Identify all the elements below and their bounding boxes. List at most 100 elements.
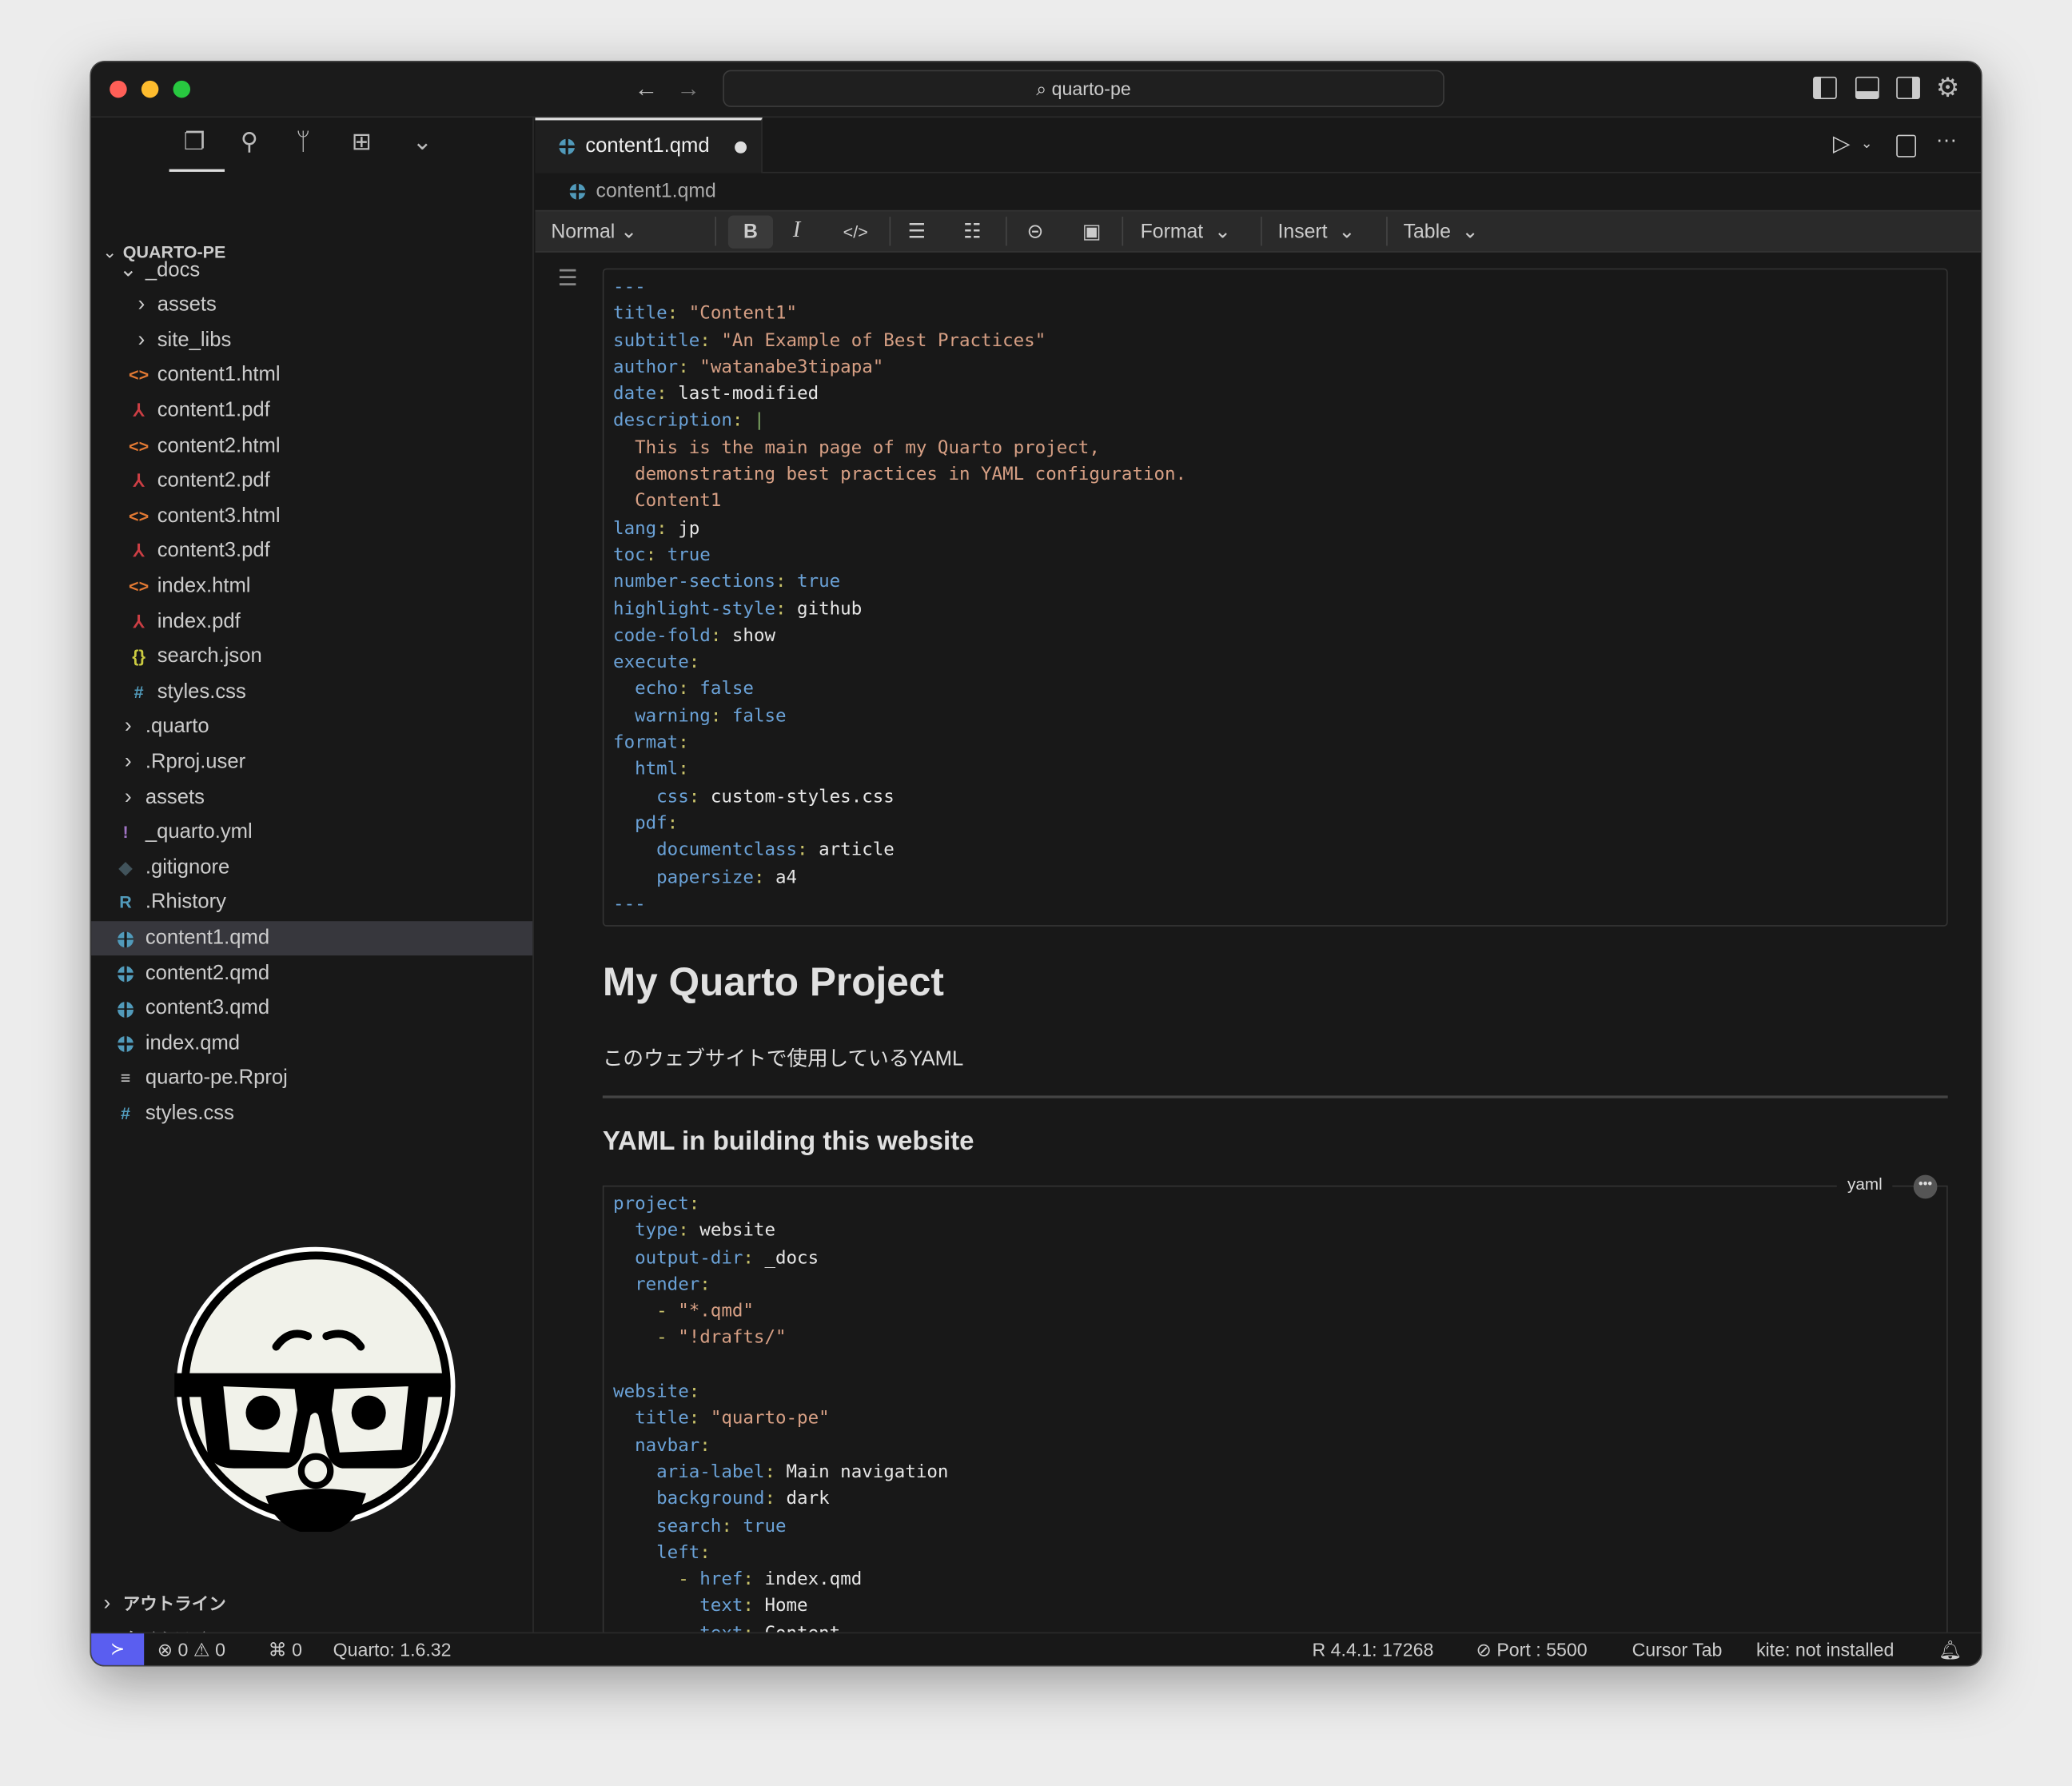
- explorer-icon[interactable]: ❐: [184, 128, 205, 156]
- bullet-list-icon[interactable]: ☰: [908, 219, 926, 243]
- minimize-window-button[interactable]: [141, 80, 159, 98]
- more-actions-icon[interactable]: ···: [1936, 130, 1957, 153]
- tree-item-quarto[interactable]: › .quarto: [91, 710, 532, 744]
- cursor-tab[interactable]: Cursor Tab: [1632, 1639, 1723, 1660]
- paragraph[interactable]: このウェブサイトで使用しているYAML: [603, 1042, 963, 1071]
- tree-item-content3-html[interactable]: <> content3.html: [91, 500, 532, 534]
- italic-icon[interactable]: I: [793, 217, 800, 243]
- tree-item-label: styles.css: [145, 1102, 234, 1125]
- code-token: Home: [764, 1596, 808, 1617]
- bold-icon[interactable]: B: [727, 215, 774, 249]
- run-dropdown-chevron-icon[interactable]: ⌄: [1861, 135, 1873, 152]
- toggle-secondary-sidebar-icon[interactable]: [1896, 76, 1920, 99]
- tree-item-quarto-pe-rproj[interactable]: ≡ quarto-pe.Rproj: [91, 1062, 532, 1096]
- tree-item-rhistory[interactable]: R .Rhistory: [91, 886, 532, 920]
- gear-icon[interactable]: ⚙: [1936, 71, 1960, 104]
- numbered-list-icon[interactable]: ☷: [963, 219, 981, 243]
- insert-menu[interactable]: Insert ⌄: [1278, 219, 1356, 243]
- search-icon: ⌕: [1036, 78, 1052, 99]
- tree-item-styles-css[interactable]: # styles.css: [91, 1097, 532, 1131]
- image-icon[interactable]: ▣: [1082, 219, 1101, 243]
- unsaved-dot-icon[interactable]: [735, 141, 747, 153]
- tree-item-content2-html[interactable]: <> content2.html: [91, 429, 532, 464]
- problems-indicator[interactable]: ⊗ 0 ⚠ 0: [157, 1639, 225, 1661]
- kite-status[interactable]: kite: not installed: [1756, 1639, 1894, 1660]
- ports-indicator[interactable]: ⌘ 0: [269, 1639, 302, 1661]
- active-view-indicator: [169, 169, 225, 172]
- code-icon[interactable]: </>: [843, 222, 868, 242]
- code-line: documentclass: article: [613, 837, 1186, 864]
- tree-item-styles-css[interactable]: # styles.css: [91, 675, 532, 709]
- section-label: アウトライン: [122, 1593, 226, 1614]
- r-session[interactable]: R 4.4.1: 17268: [1313, 1639, 1434, 1660]
- run-icon[interactable]: ▷: [1833, 131, 1851, 157]
- code-block-code[interactable]: project: type: website output-dir: _docs…: [613, 1190, 948, 1633]
- tree-item-site-libs[interactable]: › site_libs: [91, 324, 532, 358]
- notifications-bell-icon[interactable]: 🔔︎: [1939, 1639, 1962, 1661]
- chevron-down-icon[interactable]: ⌄: [412, 128, 432, 156]
- tree-item-content1-html[interactable]: <> content1.html: [91, 359, 532, 393]
- split-editor-icon[interactable]: [1896, 134, 1916, 157]
- forward-arrow-icon[interactable]: →: [676, 75, 700, 103]
- tree-item-index-pdf[interactable]: ⅄ index.pdf: [91, 604, 532, 639]
- code-token: -: [613, 1569, 700, 1590]
- tree-item-label: .quarto: [145, 715, 209, 739]
- tree-item-docs[interactable]: ⌄ _docs: [91, 253, 532, 288]
- back-arrow-icon[interactable]: ←: [634, 75, 658, 103]
- search-icon[interactable]: ⚲: [241, 128, 258, 156]
- tree-item-content3-pdf[interactable]: ⅄ content3.pdf: [91, 534, 532, 568]
- html-icon: <>: [129, 576, 149, 596]
- heading-2[interactable]: YAML in building this website: [603, 1127, 974, 1158]
- code-block-options-icon[interactable]: •••: [1913, 1174, 1938, 1199]
- toggle-panel-icon[interactable]: [1855, 76, 1879, 99]
- tree-item-label: index.html: [157, 575, 251, 598]
- command-center-search[interactable]: ⌕ quarto-pe: [723, 70, 1444, 107]
- breadcrumb: content1.qmd: [536, 173, 1981, 210]
- heading-1[interactable]: My Quarto Project: [603, 961, 944, 1006]
- toggle-primary-sidebar-icon[interactable]: [1813, 76, 1837, 99]
- live-server-port[interactable]: ⊘ Port : 5500: [1476, 1639, 1588, 1661]
- tree-item-assets[interactable]: › assets: [91, 780, 532, 815]
- pdf-icon: ⅄: [133, 470, 145, 491]
- code-token: :: [678, 732, 689, 754]
- format-menu[interactable]: Format ⌄: [1141, 219, 1231, 243]
- code-token: false: [731, 705, 787, 727]
- tree-item-quarto-yml[interactable]: ! _quarto.yml: [91, 815, 532, 850]
- code-token: :: [743, 1596, 765, 1617]
- title-bar: ← → ⌕ quarto-pe ⚙: [91, 62, 1981, 118]
- tree-item-content3-qmd[interactable]: content3.qmd: [91, 991, 532, 1026]
- extensions-icon[interactable]: ⊞: [352, 128, 372, 156]
- tab-content1-qmd[interactable]: content1.qmd: [535, 118, 763, 173]
- code-token: true: [667, 544, 711, 566]
- remote-indicator-icon[interactable]: ≻: [91, 1633, 145, 1665]
- tree-item-gitignore[interactable]: ◆ .gitignore: [91, 851, 532, 885]
- tree-item-content1-qmd[interactable]: content1.qmd: [91, 921, 533, 956]
- code-token: demonstrating best practices in YAML con…: [613, 464, 1187, 485]
- code-token: code-fold: [613, 624, 711, 647]
- quarto-version[interactable]: Quarto: 1.6.32: [333, 1639, 452, 1660]
- code-language-label[interactable]: yaml: [1836, 1174, 1893, 1194]
- sidebar-section-0[interactable]: › アウトライン: [91, 1587, 532, 1621]
- visual-editor-content[interactable]: ☰ --- title: "Content1" subtitle: "An Exam…: [536, 253, 1981, 1633]
- source-control-icon[interactable]: ᛘ: [296, 128, 310, 156]
- close-window-button[interactable]: [110, 80, 127, 98]
- tree-item-content2-pdf[interactable]: ⅄ content2.pdf: [91, 464, 532, 499]
- pdf-icon: ⅄: [133, 400, 145, 421]
- table-menu[interactable]: Table ⌄: [1404, 219, 1479, 243]
- code-line: output-dir: _docs: [613, 1245, 948, 1272]
- outline-toggle-icon[interactable]: ☰: [558, 265, 578, 292]
- tree-item-content2-qmd[interactable]: content2.qmd: [91, 956, 532, 991]
- tree-item-index-html[interactable]: <> index.html: [91, 569, 532, 604]
- tree-item-search-json[interactable]: {} search.json: [91, 640, 532, 674]
- tree-item-label: quarto-pe.Rproj: [145, 1066, 288, 1090]
- tree-item-content1-pdf[interactable]: ⅄ content1.pdf: [91, 394, 532, 429]
- breadcrumb-file[interactable]: content1.qmd: [596, 180, 716, 202]
- maximize-window-button[interactable]: [173, 80, 191, 98]
- code-line: format:: [613, 730, 1186, 757]
- paragraph-style-select[interactable]: Normal ⌄: [551, 219, 637, 243]
- tree-item-rproj-user[interactable]: › .Rproj.user: [91, 745, 532, 779]
- front-matter-code[interactable]: --- title: "Content1" subtitle: "An Exampl…: [613, 273, 1186, 917]
- tree-item-assets[interactable]: › assets: [91, 289, 532, 323]
- tree-item-index-qmd[interactable]: index.qmd: [91, 1027, 532, 1061]
- link-icon[interactable]: ⊝: [1026, 219, 1043, 243]
